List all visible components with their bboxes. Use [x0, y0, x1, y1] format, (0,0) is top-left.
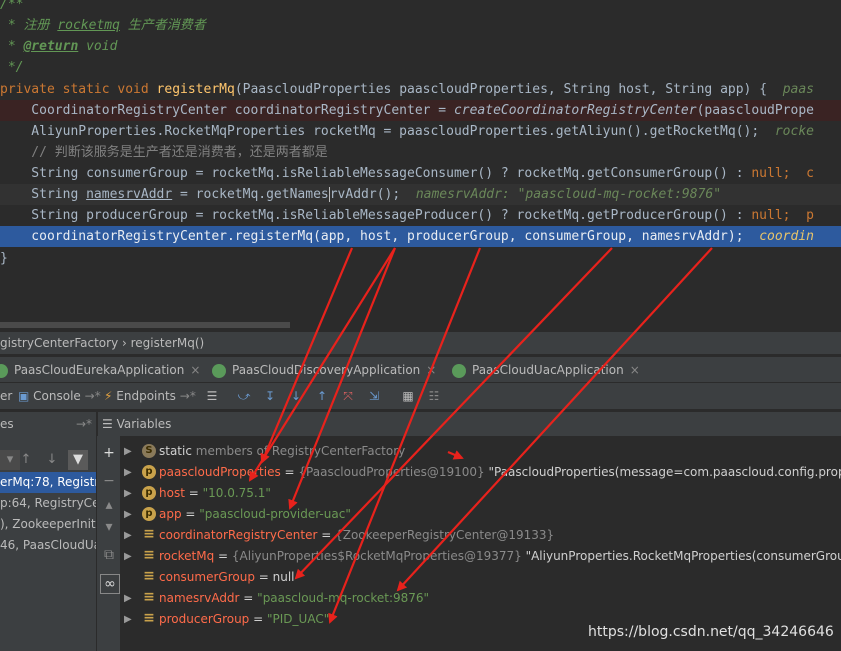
add-watch-icon[interactable]: + [100, 444, 118, 462]
watermark: https://blog.csdn.net/qq_34246646 [588, 624, 834, 640]
variable-row[interactable]: ▶ S static members of RegistryCenterFact… [120, 441, 841, 462]
expand-arrow-icon[interactable]: ▶ [124, 441, 132, 462]
drop-frame-icon[interactable]: ⤧ [340, 388, 356, 404]
expand-arrow-icon[interactable]: ▶ [124, 483, 132, 504]
local-variable-icon: ≡ [143, 547, 155, 563]
frames-header: es →* [0, 412, 96, 436]
breadcrumb-separator: › [118, 336, 131, 350]
run-to-cursor-icon[interactable]: ⇲ [366, 388, 382, 404]
watches-icon[interactable]: ∞ [100, 574, 120, 594]
code-line: * 注册 rocketmq 生产者消费者 [0, 18, 206, 33]
remove-watch-icon[interactable]: − [100, 472, 118, 490]
frame-item[interactable]: 46, PaasCloudUa [0, 535, 96, 556]
close-icon[interactable]: × [426, 363, 436, 377]
variables-header: ☰ Variables [97, 412, 841, 436]
code-line: String producerGroup = rocketMq.isReliab… [0, 208, 814, 223]
endpoints-icon: ⚡ [104, 389, 113, 403]
expand-arrow-icon[interactable]: ▶ [124, 609, 132, 630]
breadcrumb: gistryCenterFactory › registerMq() [0, 332, 841, 354]
code-line: private static void registerMq(Paascloud… [0, 82, 815, 97]
local-variable-icon: ≡ [143, 526, 155, 542]
variable-row[interactable]: ▶ p paascloudProperties = {PaascloudProp… [120, 462, 841, 483]
breadcrumb-class[interactable]: gistryCenterFactory [0, 336, 118, 350]
close-icon[interactable]: × [630, 363, 640, 377]
variables-tree: ▶ S static members of RegistryCenterFact… [120, 436, 841, 651]
expand-arrow-icon[interactable]: ▶ [124, 462, 132, 483]
console-icon: ▣ [18, 389, 30, 403]
expand-arrow-icon[interactable]: ▶ [124, 525, 132, 546]
spring-boot-icon [212, 363, 226, 378]
frames-controls: ▾ ↑ ↓ ▼ [0, 442, 96, 470]
variable-row[interactable]: ▶ ≡ rocketMq = {AliyunProperties$RocketM… [120, 546, 841, 567]
step-into-icon[interactable]: ↓ [288, 388, 304, 404]
up-arrow-icon[interactable]: ↑ [16, 450, 36, 470]
variable-row[interactable]: ▶ ≡ coordinatorRegistryCenter = {Zookeep… [120, 525, 841, 546]
code-line: AliyunProperties.RocketMqProperties rock… [0, 124, 814, 139]
code-line: CoordinatorRegistryCenter coordinatorReg… [0, 100, 841, 121]
code-line: // 判断该服务是生产者还是消费者，还是两者都是 [0, 145, 328, 160]
tab-eureka[interactable]: PaasCloudEurekaApplication × [0, 357, 200, 383]
parameter-icon: p [142, 486, 156, 500]
code-editor[interactable]: /** * 注册 rocketmq 生产者消费者 * @return void … [0, 0, 841, 322]
frames-panel: ▾ ↑ ↓ ▼ erMq:78, Registr p:64, RegistryC… [0, 436, 96, 651]
code-line: String consumerGroup = rocketMq.isReliab… [0, 166, 814, 181]
move-down-icon[interactable]: ▾ [100, 518, 118, 536]
tab-discovery[interactable]: PaasCloudDiscoveryApplication × [212, 357, 436, 383]
frame-item[interactable]: ), ZookeeperInitR [0, 514, 96, 535]
move-up-icon[interactable]: ▴ [100, 496, 118, 514]
expand-arrow-icon[interactable]: ▶ [124, 588, 132, 609]
show-execution-point-icon[interactable]: ⤻ [236, 388, 252, 404]
static-icon: S [142, 444, 156, 458]
variable-row[interactable]: ▶ ≡ namesrvAddr = "paascloud-mq-rocket:9… [120, 588, 841, 609]
step-over-icon[interactable]: ↧ [262, 388, 278, 404]
debugger-tab[interactable]: er [0, 387, 12, 405]
code-line: String namesrvAddr = rocketMq.getNamesrv… [0, 184, 841, 205]
down-arrow-icon[interactable]: ↓ [42, 450, 62, 470]
variable-row[interactable]: ≡ consumerGroup = null [120, 567, 841, 588]
spring-boot-icon [452, 363, 466, 378]
variables-side-toolbar: + − ▴ ▾ ⧉ ∞ [96, 436, 121, 651]
expand-arrow-icon[interactable]: ▶ [124, 546, 132, 567]
menu-icon[interactable]: ☰ [204, 388, 220, 404]
code-line: */ [0, 60, 24, 75]
local-variable-icon: ≡ [143, 610, 155, 626]
code-line: * @return void [0, 39, 118, 54]
execution-line: coordinatorRegistryCenter.registerMq(app… [0, 226, 841, 247]
settings-icon[interactable]: ☷ [426, 388, 442, 404]
debug-toolbar: er ▣ Console →* ⚡ Endpoints →* ☰ ⤻ ↧ ↓ ↑… [0, 382, 841, 409]
breadcrumb-method[interactable]: registerMq() [131, 336, 205, 350]
evaluate-expression-icon[interactable]: ▦ [400, 388, 416, 404]
debug-tabs: PaasCloudEurekaApplication × PaasCloudDis… [0, 356, 841, 383]
endpoints-tab[interactable]: ⚡ Endpoints →* [104, 387, 196, 405]
code-line: } [0, 251, 8, 266]
frame-item[interactable]: p:64, RegistryCer [0, 493, 96, 514]
step-out-icon[interactable]: ↑ [314, 388, 330, 404]
local-variable-icon: ≡ [143, 568, 155, 584]
spring-boot-icon [0, 363, 8, 378]
copy-icon[interactable]: ⧉ [100, 546, 118, 564]
local-variable-icon: ≡ [143, 589, 155, 605]
variable-row[interactable]: ▶ p app = "paascloud-provider-uac" [120, 504, 841, 525]
variable-row[interactable]: ▶ p host = "10.0.75.1" [120, 483, 841, 504]
close-icon[interactable]: × [190, 363, 200, 377]
parameter-icon: p [142, 465, 156, 479]
tab-uac[interactable]: PaasCloudUacApplication × [452, 357, 640, 383]
frame-item[interactable]: erMq:78, Registr [0, 472, 96, 493]
horizontal-scrollbar[interactable] [0, 322, 290, 328]
code-line: /** [0, 0, 24, 12]
console-tab[interactable]: ▣ Console →* [18, 387, 101, 405]
expand-arrow-icon[interactable]: ▶ [124, 504, 132, 525]
filter-icon[interactable]: ▼ [68, 450, 88, 470]
parameter-icon: p [142, 507, 156, 521]
variables-icon: ☰ [102, 417, 113, 431]
